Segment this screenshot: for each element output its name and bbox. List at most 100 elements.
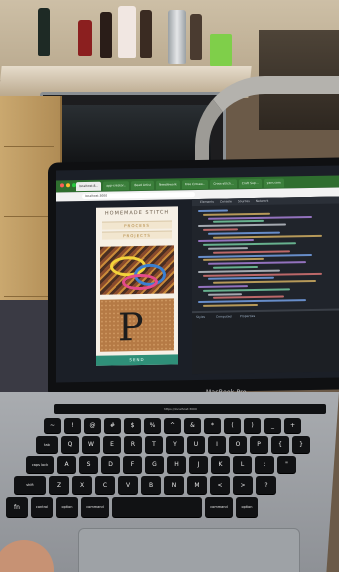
keyboard-key: T [145, 436, 163, 453]
keyboard-key: @ [84, 418, 101, 433]
keyboard-key: J [189, 456, 208, 473]
keyboard-key: P [250, 436, 268, 453]
bottle [100, 12, 112, 58]
site-title: HOMEMADE STITCH [104, 209, 170, 217]
close-dot-icon [60, 183, 64, 188]
trackpad [78, 528, 300, 572]
keyboard-key: ) [244, 418, 261, 433]
yarn-photo [100, 245, 174, 295]
code-line [203, 288, 290, 292]
keyboard-key: W [82, 436, 100, 453]
code-line [208, 292, 242, 296]
browser-tab: Cross-stitch... [210, 179, 237, 189]
keyboard-key: Q [61, 436, 79, 453]
code-line [208, 277, 274, 281]
browser-tab: app-creator... [103, 181, 130, 191]
browser-tab: Free Crossw... [181, 179, 209, 190]
touch-bar-url: https://localhost:3000 [164, 407, 197, 411]
keyboard-key: command [81, 497, 109, 517]
code-line [198, 285, 248, 288]
code-line [213, 295, 284, 300]
keyboard-key: + [284, 418, 301, 433]
keyboard-key: C [95, 476, 115, 494]
keyboard-key: fn [6, 497, 28, 517]
computed-tab: Computed [216, 314, 232, 319]
minimize-dot-icon [66, 183, 70, 188]
browser-tab: localhost:8... [76, 181, 102, 192]
code-line [198, 269, 280, 273]
keyboard-key: F [123, 456, 142, 473]
keyboard-key: " [277, 456, 296, 473]
code-line [203, 242, 296, 247]
keyboard-key: caps lock [26, 456, 54, 473]
cocktail-shaker [168, 10, 186, 64]
code-line [198, 299, 306, 304]
bottle [118, 6, 136, 58]
code-line [203, 258, 264, 262]
keyboard-key: & [184, 418, 201, 433]
browser-tab: yarn.com [263, 178, 284, 188]
keyboard-key: Z [49, 476, 69, 494]
keyboard-key: H [167, 456, 186, 473]
keyboard-key: ? [256, 476, 276, 494]
code-line [203, 303, 258, 307]
devtools-panel: Elements Console Sources Network Styles … [192, 196, 339, 375]
keyboard-key: E [103, 436, 121, 453]
laptop-display: localhost:8... app-creator... Bead Artis… [56, 165, 339, 383]
code-line [213, 220, 264, 224]
crochet-letter-photo: P [100, 298, 174, 352]
touch-bar: https://localhost:3000 [54, 404, 326, 414]
bottle [38, 8, 50, 56]
code-line [198, 209, 228, 212]
keyboard-key: * [204, 418, 221, 433]
keyboard-key: option [56, 497, 78, 517]
keyboard-key: _ [264, 418, 281, 433]
code-line [198, 239, 254, 243]
website-mockup: HOMEMADE STITCH PROCESS PROJECTS P SEND [96, 206, 178, 366]
code-line [213, 234, 322, 239]
browser-tab: Craft Sup... [238, 178, 262, 189]
nav-process: PROCESS [102, 220, 172, 230]
keyboard-key: $ [124, 418, 141, 433]
keyboard-key: % [144, 418, 161, 433]
url-text: localhost:3000 [82, 192, 195, 200]
nav-projects: PROJECTS [102, 230, 172, 240]
code-line [198, 253, 312, 258]
photo-scene: localhost:8... app-creator... Bead Artis… [0, 0, 339, 572]
keyboard-key [112, 497, 202, 517]
browser-tab: Needlework [155, 180, 180, 190]
keyboard-key: option [236, 497, 258, 517]
keyboard-key: ~ [44, 418, 61, 433]
keyboard-key: K [211, 456, 230, 473]
keyboard-key: X [72, 476, 92, 494]
keyboard-key: I [208, 436, 226, 453]
keyboard-key: : [255, 456, 274, 473]
keyboard-key: N [164, 476, 184, 494]
keyboard-key: L [233, 456, 252, 473]
keyboard-key: S [79, 456, 98, 473]
keyboard-key: } [292, 436, 310, 453]
code-line [208, 261, 306, 266]
send-button: SEND [96, 354, 178, 366]
browser-tab: Bead Artist [131, 180, 154, 191]
keyboard-key: # [104, 418, 121, 433]
zoom-dot-icon [72, 183, 76, 188]
styles-tab: Styles [196, 314, 206, 320]
keyboard-key: D [101, 456, 120, 473]
keyboard-key: U [187, 436, 205, 453]
code-line [213, 250, 290, 254]
keyboard-key: B [141, 476, 161, 494]
keyboard-key: tab [36, 436, 58, 453]
keyboard-key: { [271, 436, 289, 453]
keyboard-key: ^ [164, 418, 181, 433]
keyboard-key: ( [224, 418, 241, 433]
keyboard-key: M [187, 476, 207, 494]
keyboard-key: A [57, 456, 76, 473]
keyboard-key: shift [14, 476, 46, 494]
code-line [213, 265, 258, 269]
keyboard-key: command [205, 497, 233, 517]
bottle [140, 10, 152, 58]
keyboard-key: Y [166, 436, 184, 453]
keyboard-key: R [124, 436, 142, 453]
devtools-tab: Network [255, 198, 269, 203]
